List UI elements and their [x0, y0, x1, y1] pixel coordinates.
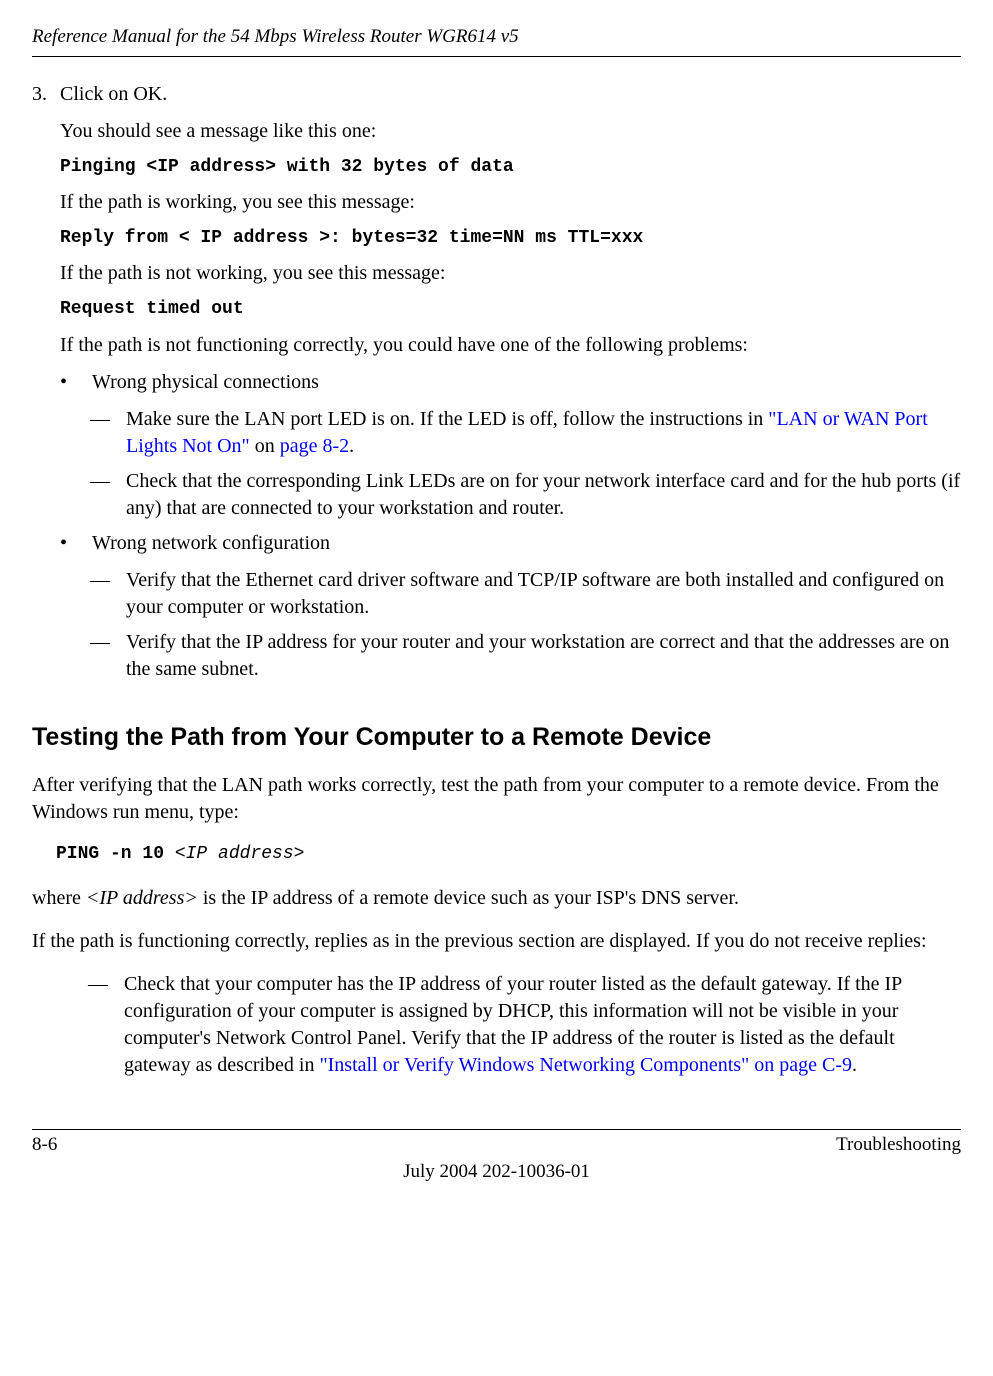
path-not-working-intro: If the path is not working, you see this… [60, 260, 961, 287]
header-divider [32, 56, 961, 57]
pinging-output: Pinging <IP address> with 32 bytes of da… [60, 155, 961, 179]
lan-led-on: on [250, 435, 280, 457]
step-number: 3. [32, 81, 60, 691]
lan-led-period: . [349, 435, 354, 457]
step-click-ok: Click on OK. [60, 81, 961, 108]
dash-marker: — [90, 629, 126, 683]
footer-row: 8-6 Troubleshooting [32, 1132, 961, 1158]
step-content: Click on OK. You should see a message li… [60, 81, 961, 691]
where-ip-para: where <IP address> is the IP address of … [32, 885, 961, 912]
ping-command: PING -n 10 <IP address> [56, 842, 961, 866]
path-correct-para: If the path is functioning correctly, re… [32, 928, 961, 955]
check-gateway-link[interactable]: "Install or Verify Windows Networking Co… [319, 1054, 852, 1076]
not-functioning-intro: If the path is not functioning correctly… [60, 332, 961, 359]
dash-check-link-leds: — Check that the corresponding Link LEDs… [90, 468, 961, 522]
where-ip-post: is the IP address of a remote device suc… [198, 887, 739, 909]
check-gateway-period: . [852, 1054, 857, 1076]
header-title: Reference Manual for the 54 Mbps Wireles… [32, 24, 961, 50]
footer-divider [32, 1129, 961, 1130]
ping-cmd-fixed: PING -n 10 [56, 844, 175, 864]
dash-content: Check that the corresponding Link LEDs a… [126, 468, 961, 522]
section-heading-testing-path: Testing the Path from Your Computer to a… [32, 721, 961, 755]
where-ip-italic: <IP address> [86, 887, 198, 909]
bullet-marker: • [60, 369, 92, 396]
reply-output: Reply from < IP address >: bytes=32 time… [60, 226, 961, 250]
footer-date: July 2004 202-10036-01 [32, 1159, 961, 1185]
bullet-content: Wrong network configuration [92, 530, 961, 557]
bullet-wrong-physical: • Wrong physical connections [60, 369, 961, 396]
dash-marker: — [90, 468, 126, 522]
where-ip-pre: where [32, 887, 86, 909]
lan-led-page-link[interactable]: page 8-2 [280, 435, 349, 457]
dash-content: Check that your computer has the IP addr… [124, 971, 961, 1079]
step-see-message: You should see a message like this one: [60, 118, 961, 145]
dash-marker: — [88, 971, 124, 1079]
bullet-wrong-network: • Wrong network configuration [60, 530, 961, 557]
bullet-content: Wrong physical connections [92, 369, 961, 396]
path-working-intro: If the path is working, you see this mes… [60, 189, 961, 216]
ping-cmd-arg: <IP address> [175, 844, 305, 864]
dash-lan-led: — Make sure the LAN port LED is on. If t… [90, 406, 961, 460]
dash-marker: — [90, 567, 126, 621]
dash-marker: — [90, 406, 126, 460]
dash-content: Verify that the Ethernet card driver sof… [126, 567, 961, 621]
dash-verify-ip: — Verify that the IP address for your ro… [90, 629, 961, 683]
dash-content: Verify that the IP address for your rout… [126, 629, 961, 683]
lan-led-pre: Make sure the LAN port LED is on. If the… [126, 408, 768, 430]
footer-page-number: 8-6 [32, 1132, 57, 1158]
dash-content: Make sure the LAN port LED is on. If the… [126, 406, 961, 460]
after-verify-para: After verifying that the LAN path works … [32, 772, 961, 826]
dash-check-gateway: — Check that your computer has the IP ad… [88, 971, 961, 1079]
step-3: 3. Click on OK. You should see a message… [32, 81, 961, 691]
bullet-marker: • [60, 530, 92, 557]
timeout-output: Request timed out [60, 297, 961, 321]
dash-verify-ethernet: — Verify that the Ethernet card driver s… [90, 567, 961, 621]
footer-chapter: Troubleshooting [836, 1132, 961, 1158]
